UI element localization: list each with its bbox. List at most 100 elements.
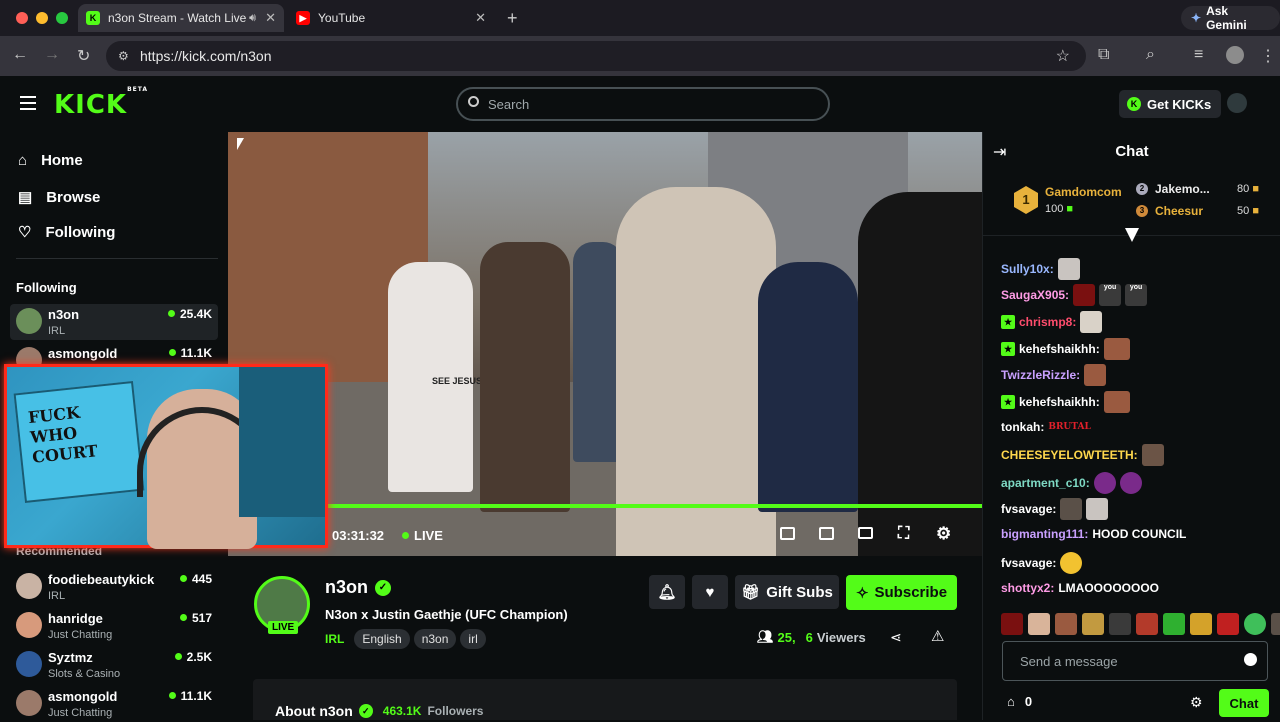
channel-points[interactable]: ⌂ 0 [1007, 694, 1032, 709]
browser-menu-icon[interactable]: ⋮ [1260, 46, 1276, 66]
sidebar-item-home[interactable]: ⌂ Home [18, 152, 83, 169]
extensions-icon[interactable]: ⧉ [1098, 46, 1109, 64]
heart-icon: ♥ [705, 583, 715, 601]
chat-title: Chat [1115, 143, 1149, 160]
close-tab-icon[interactable]: ✕ [475, 10, 486, 26]
tab-youtube[interactable]: ▶ YouTube ✕ [288, 4, 494, 32]
notifications-button[interactable]: 🔔︎ [649, 575, 685, 609]
tag[interactable]: English [354, 629, 410, 649]
chat-settings-icon[interactable]: ⚙︎ [1190, 694, 1203, 711]
chat-username[interactable]: kehefshaikhh: [1019, 395, 1100, 409]
bookmark-star-icon[interactable]: ☆ [1056, 46, 1070, 66]
follower-count: 463.1K [382, 704, 422, 718]
emote[interactable] [1190, 613, 1212, 635]
minimize-window-button[interactable] [36, 12, 48, 24]
close-tab-icon[interactable]: ✕ [265, 10, 276, 26]
emoji-picker-icon[interactable] [1244, 653, 1257, 666]
settings-gear-icon[interactable]: ⚙︎ [936, 524, 951, 544]
emote[interactable] [1217, 613, 1239, 635]
subscribe-button[interactable]: ✧ Subscribe [846, 575, 957, 610]
reload-icon[interactable]: ↻ [77, 46, 90, 66]
person [858, 192, 982, 556]
gemini-icon: ✦ [1191, 11, 1202, 25]
tab-kick[interactable]: K n3on Stream - Watch Live 🔊︎ ✕ [78, 4, 284, 32]
emote[interactable] [1244, 613, 1266, 635]
tab-search-icon[interactable]: ⌕ [1146, 46, 1155, 64]
report-icon[interactable]: ⚠︎ [931, 627, 944, 645]
emote[interactable] [1271, 613, 1280, 635]
sidebar-channel[interactable]: foodiebeautykick IRL 445 [10, 569, 218, 605]
chat-username[interactable]: tonkah: [1001, 420, 1044, 434]
sidebar-channel[interactable]: n3on IRL 25.4K [10, 304, 218, 340]
emote[interactable] [1136, 613, 1158, 635]
category-link[interactable]: IRL [325, 632, 344, 646]
new-tab-icon[interactable]: + [507, 8, 518, 29]
about-title: About n3on [275, 703, 353, 719]
sidebar-channel[interactable]: asmongold Just Chatting 11.1K [10, 686, 218, 722]
chat-username[interactable]: bigmanting111: [1001, 527, 1088, 541]
leaderboard-toggle-icon[interactable] [1125, 228, 1139, 242]
viewer-count: 11.1K [169, 689, 212, 703]
chat-username[interactable]: apartment_c10: [1001, 476, 1090, 490]
forward-icon[interactable]: → [44, 46, 60, 64]
whiteboard-sign: FUCK WHO COURT [13, 381, 145, 503]
chat-username[interactable]: fvsavage: [1001, 556, 1056, 570]
chat-message: fvsavage: [1001, 552, 1083, 574]
share-icon[interactable]: ⋖ [890, 629, 902, 646]
rank-1-badge: 1 [1014, 186, 1038, 214]
theater-mode-icon[interactable] [858, 527, 873, 539]
speaker-icon[interactable]: 🔊︎ [249, 12, 256, 25]
emote[interactable] [1082, 613, 1104, 635]
chat-username[interactable]: Sully10x: [1001, 262, 1054, 276]
chat-username[interactable]: chrismp8: [1019, 315, 1076, 329]
person [480, 242, 570, 512]
emote[interactable] [1001, 613, 1023, 635]
user-avatar[interactable] [1227, 93, 1247, 113]
sidebar-item-browse[interactable]: ▤ Browse [18, 188, 100, 207]
leaderboard-name[interactable]: Cheesur [1155, 204, 1203, 218]
emote[interactable] [1163, 613, 1185, 635]
kicks-coin-icon: K [1127, 97, 1141, 111]
emote [1060, 552, 1083, 574]
video-player[interactable]: SEE JESUS [228, 132, 982, 556]
get-kicks-button[interactable]: K Get KICKs [1119, 90, 1222, 118]
chat-username[interactable]: CHEESEYELOWTEETH: [1001, 448, 1138, 462]
close-window-button[interactable] [16, 12, 28, 24]
follow-button[interactable]: ♥ [692, 575, 728, 609]
hamburger-menu-icon[interactable] [20, 96, 36, 110]
emote[interactable] [1109, 613, 1131, 635]
pip-icon[interactable] [780, 527, 795, 540]
emote[interactable] [1028, 613, 1050, 635]
sidebar-channel[interactable]: hanridge Just Chatting 517 [10, 608, 218, 644]
gift-subs-button[interactable]: 🎁︎ Gift Subs [735, 575, 839, 609]
send-chat-button[interactable]: Chat [1219, 689, 1269, 717]
tag[interactable]: irl [460, 629, 486, 649]
clip-icon[interactable] [819, 527, 834, 540]
chat-username[interactable]: fvsavage: [1001, 502, 1056, 516]
progress-bar[interactable] [328, 504, 982, 508]
kick-logo[interactable]: KICKBETA [54, 86, 148, 120]
fullscreen-icon[interactable]: ⛶ [898, 525, 909, 543]
back-icon[interactable]: ← [12, 46, 28, 64]
emote [1141, 444, 1164, 466]
chat-message: CHEESEYELOWTEETH: [1001, 444, 1164, 466]
profile-avatar[interactable] [1226, 46, 1244, 64]
leaderboard-name[interactable]: Gamdomcom [1045, 185, 1122, 199]
media-control-icon[interactable]: ≡ [1194, 46, 1203, 64]
chat-username[interactable]: kehefshaikhh: [1019, 342, 1100, 356]
site-settings-icon[interactable]: ⚙︎ [118, 49, 129, 63]
chat-username[interactable]: shottyx2: [1001, 581, 1054, 595]
site-header: KICKBETA Search K Get KICKs [0, 76, 1280, 132]
emote[interactable] [1055, 613, 1077, 635]
zoom-window-button[interactable] [56, 12, 68, 24]
ask-gemini-button[interactable]: ✦ Ask Gemini [1181, 4, 1280, 32]
sidebar-item-following[interactable]: ♡ Following [18, 223, 115, 242]
chat-username[interactable]: TwizzleRizzle: [1001, 368, 1080, 382]
url-field[interactable]: ⚙︎ https://kick.com/n3on ☆ [106, 41, 1086, 71]
sidebar-channel[interactable]: Syztmz Slots & Casino 2.5K [10, 647, 218, 683]
leaderboard-name[interactable]: Jakemo... [1155, 182, 1210, 196]
chat-username[interactable]: SaugaX905: [1001, 288, 1069, 302]
search-input[interactable]: Search [456, 87, 830, 121]
chat-message-input[interactable]: Send a message [1002, 641, 1268, 681]
tag[interactable]: n3on [413, 629, 457, 649]
